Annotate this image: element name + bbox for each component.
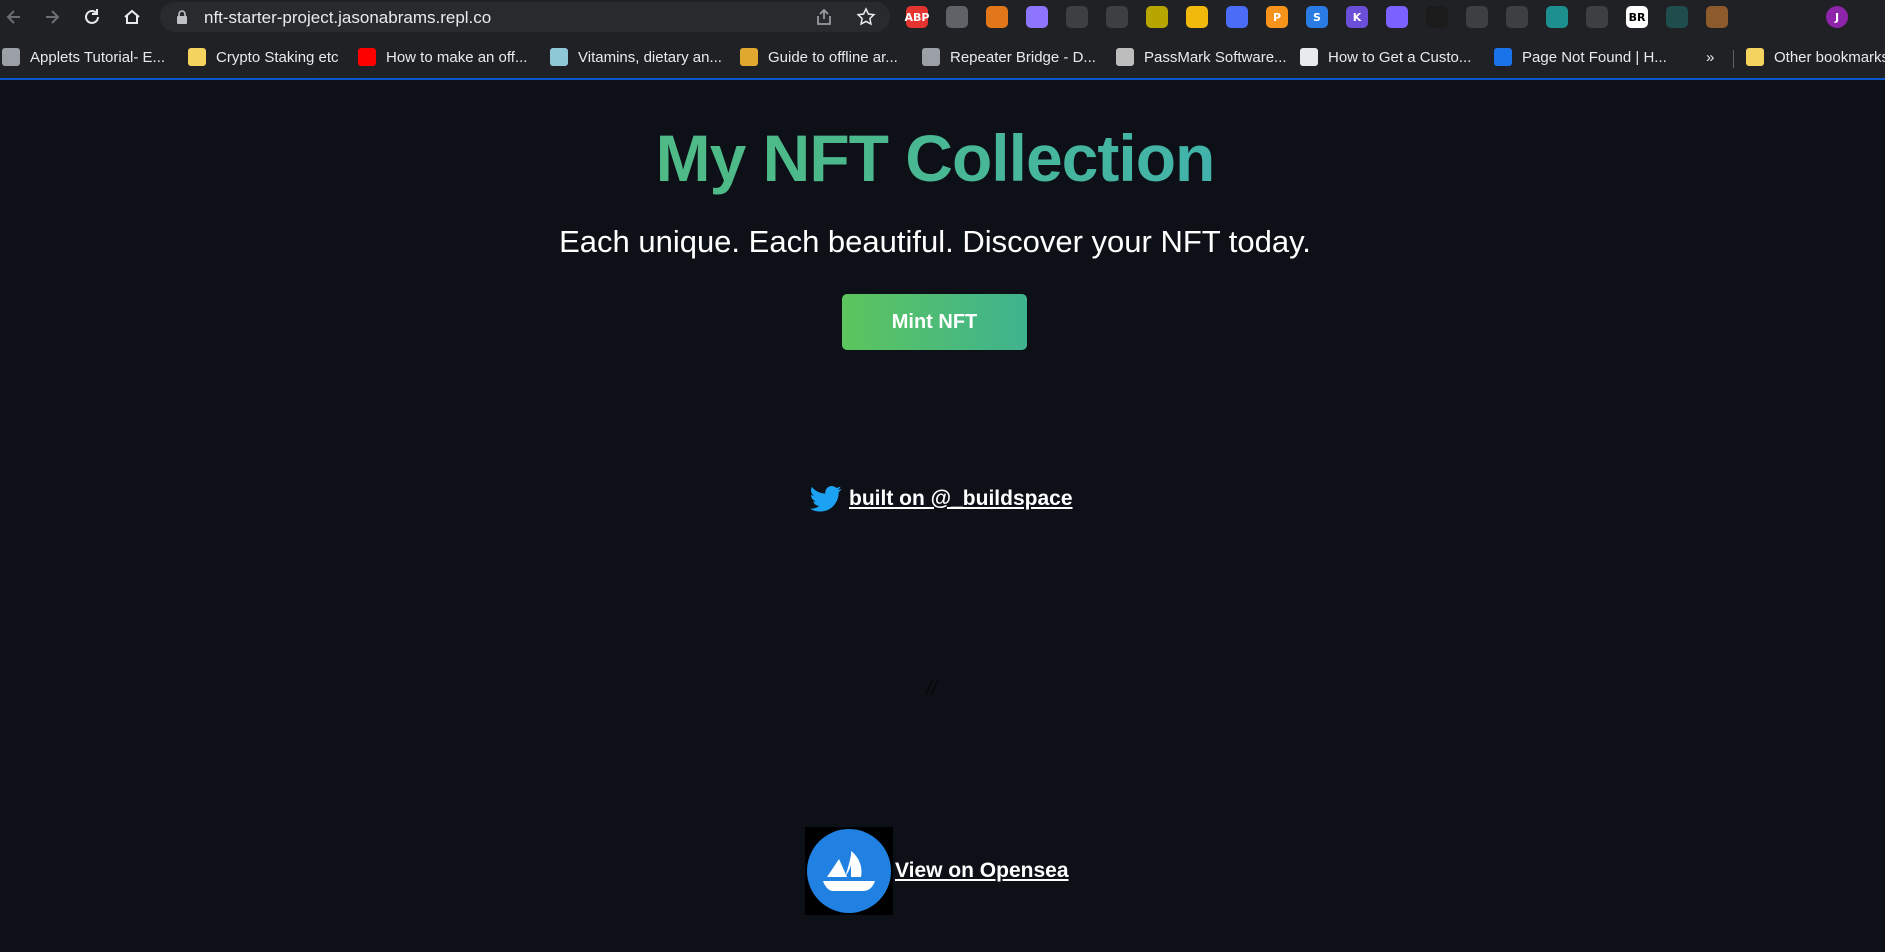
divider xyxy=(1733,50,1734,68)
metamask-icon[interactable] xyxy=(986,6,1008,28)
extension-icon[interactable] xyxy=(1426,6,1448,28)
profile-avatar[interactable]: J xyxy=(1826,6,1848,28)
opensea-logo[interactable] xyxy=(805,827,893,915)
side-panel-icon[interactable] xyxy=(1786,6,1808,28)
bookmark-item[interactable]: PassMark Software... xyxy=(1116,46,1287,68)
url-text: nft-starter-project.jasonabrams.repl.co xyxy=(204,8,492,27)
extension-icon[interactable] xyxy=(1466,6,1488,28)
bookmark-item[interactable]: Guide to offline ar... xyxy=(740,46,898,68)
bookmark-item[interactable]: How to make an off... xyxy=(358,46,527,68)
other-bookmarks-label: Other bookmarks xyxy=(1774,48,1885,66)
extension-icon[interactable]: S xyxy=(1306,6,1328,28)
bookmark-favicon-icon xyxy=(2,48,20,66)
arrow-right-icon xyxy=(46,10,60,24)
bookmark-item[interactable]: Applets Tutorial- E... xyxy=(2,46,165,68)
bookmark-favicon-icon xyxy=(188,48,206,66)
bookmark-label: Guide to offline ar... xyxy=(768,48,898,66)
bookmark-label: Applets Tutorial- E... xyxy=(30,48,166,66)
bookmark-favicon-icon xyxy=(740,48,758,66)
twitter-credit: built on @_buildspace xyxy=(810,481,1073,517)
extension-icon[interactable]: BR xyxy=(1626,6,1648,28)
extension-icon[interactable] xyxy=(1666,6,1688,28)
bookmark-label: Page Not Found | H... xyxy=(1522,48,1667,66)
browser-toolbar: nft-starter-project.jasonabrams.repl.co … xyxy=(0,0,1885,34)
browser-chrome: nft-starter-project.jasonabrams.repl.co … xyxy=(0,0,1885,80)
bookmark-favicon-icon xyxy=(358,48,376,66)
twitter-link[interactable]: built on @_buildspace xyxy=(849,487,1073,511)
extension-icon[interactable] xyxy=(946,6,968,28)
page-content: My NFT Collection Each unique. Each beau… xyxy=(0,80,1885,952)
adblock-plus-icon[interactable]: ABP xyxy=(905,6,929,28)
extension-icon[interactable] xyxy=(1066,6,1088,28)
home-button[interactable] xyxy=(118,3,146,31)
bookmark-item[interactable]: How to Get a Custo... xyxy=(1300,46,1471,68)
home-icon xyxy=(124,9,140,24)
extension-icon[interactable]: P xyxy=(1266,6,1288,28)
extension-icon[interactable] xyxy=(1386,6,1408,28)
github-icon[interactable] xyxy=(1026,6,1048,28)
extension-icon[interactable] xyxy=(1226,6,1248,28)
twitter-icon xyxy=(810,486,842,512)
extension-icon[interactable] xyxy=(1506,6,1528,28)
reload-icon xyxy=(85,9,99,24)
bookmark-label: Crypto Staking etc xyxy=(216,48,339,66)
code-comment-text: // xyxy=(926,678,938,700)
folder-icon xyxy=(1746,48,1764,66)
bookmark-label: Vitamins, dietary an... xyxy=(578,48,722,66)
bookmark-item[interactable]: Crypto Staking etc xyxy=(188,46,339,68)
back-button[interactable] xyxy=(0,3,28,31)
opensea-row: View on Opensea xyxy=(805,826,1069,916)
opensea-icon xyxy=(807,829,891,913)
opensea-link[interactable]: View on Opensea xyxy=(895,859,1069,883)
bookmark-favicon-icon xyxy=(1116,48,1134,66)
bookmark-label: How to make an off... xyxy=(386,48,528,66)
extension-icon[interactable] xyxy=(1546,6,1568,28)
reload-button[interactable] xyxy=(78,3,106,31)
lock-icon xyxy=(177,10,187,24)
address-bar[interactable]: nft-starter-project.jasonabrams.repl.co xyxy=(160,2,890,32)
extension-icon[interactable] xyxy=(1146,6,1168,28)
bookmarks-bar: Applets Tutorial- E... Crypto Staking etc… xyxy=(0,42,1885,72)
binance-icon[interactable] xyxy=(1186,6,1208,28)
extension-icon[interactable] xyxy=(1106,6,1128,28)
puzzle-icon[interactable] xyxy=(1746,6,1768,28)
mint-nft-button[interactable]: Mint NFT xyxy=(842,294,1027,350)
more-bookmarks-button[interactable]: » xyxy=(1706,46,1714,68)
bookmark-favicon-icon xyxy=(922,48,940,66)
bookmark-label: How to Get a Custo... xyxy=(1328,48,1472,66)
bookmark-item[interactable]: Vitamins, dietary an... xyxy=(550,46,722,68)
bookmark-favicon-icon xyxy=(1494,48,1512,66)
other-bookmarks-folder[interactable]: Other bookmarks xyxy=(1746,46,1885,68)
bookmark-label: Repeater Bridge - D... xyxy=(950,48,1096,66)
extension-icon[interactable] xyxy=(1706,6,1728,28)
page-title: My NFT Collection xyxy=(0,120,1870,196)
bookmark-star-icon[interactable] xyxy=(856,7,876,27)
extension-icon[interactable]: K xyxy=(1346,6,1368,28)
bookmark-item[interactable]: Page Not Found | H... xyxy=(1494,46,1667,68)
arrow-left-icon xyxy=(6,10,20,24)
more-bookmarks-chevron-icon: » xyxy=(1706,48,1715,66)
extension-icon[interactable] xyxy=(1586,6,1608,28)
bookmark-label: PassMark Software... xyxy=(1144,48,1287,66)
forward-button[interactable] xyxy=(38,3,66,31)
bookmark-favicon-icon xyxy=(1300,48,1318,66)
page-subtitle: Each unique. Each beautiful. Discover yo… xyxy=(559,224,1311,259)
bookmark-item[interactable]: Repeater Bridge - D... xyxy=(922,46,1096,68)
bookmark-favicon-icon xyxy=(550,48,568,66)
share-icon[interactable] xyxy=(814,7,834,27)
